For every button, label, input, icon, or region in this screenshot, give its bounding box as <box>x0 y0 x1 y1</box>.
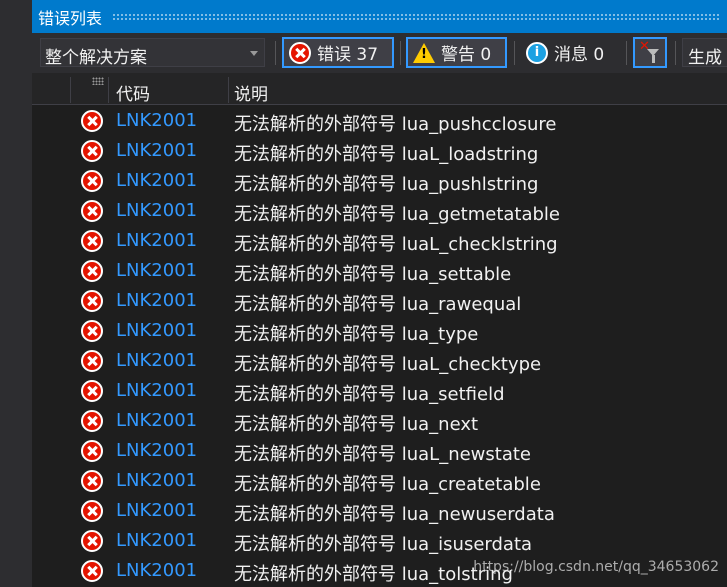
column-divider[interactable] <box>70 77 71 103</box>
error-description: 无法解析的外部符号 lua_newuserdata <box>234 504 555 525</box>
error-code-link[interactable]: LNK2001 <box>116 440 197 461</box>
error-row[interactable]: LNK2001 无法解析的外部符号 lua_next <box>32 406 727 436</box>
info-icon: i <box>526 41 548 64</box>
error-list-rows: LNK2001 无法解析的外部符号 lua_pushcclosure LNK2001… <box>32 106 727 586</box>
warnings-filter-label: 警告 0 <box>441 45 492 65</box>
error-icon <box>81 530 103 552</box>
error-code-link[interactable]: LNK2001 <box>116 530 197 551</box>
error-icon <box>81 350 103 372</box>
toolbar-separator <box>514 41 515 65</box>
error-icon <box>81 230 103 252</box>
error-description: 无法解析的外部符号 lua_rawequal <box>234 294 522 315</box>
error-icon <box>81 560 103 582</box>
error-description: 无法解析的外部符号 lua_setfield <box>234 384 505 405</box>
clear-filter-button[interactable]: ✕ <box>633 37 667 68</box>
toolbar-separator <box>400 41 401 65</box>
chevron-down-icon <box>250 51 258 56</box>
error-description: 无法解析的外部符号 lua_pushcclosure <box>234 114 557 135</box>
warning-icon: ! <box>413 42 435 63</box>
scope-dropdown-value: 整个解决方案 <box>45 48 147 68</box>
error-row[interactable]: LNK2001 无法解析的外部符号 lua_isuserdata <box>32 526 727 556</box>
error-icon <box>81 110 103 132</box>
column-divider[interactable] <box>108 77 109 103</box>
error-code-link[interactable]: LNK2001 <box>116 410 197 431</box>
error-icon <box>81 470 103 492</box>
error-icon <box>81 500 103 522</box>
error-row[interactable]: LNK2001 无法解析的外部符号 lua_createtable <box>32 466 727 496</box>
messages-filter-button[interactable]: i 消息 0 <box>520 37 620 68</box>
error-code-link[interactable]: LNK2001 <box>116 260 197 281</box>
error-icon <box>81 380 103 402</box>
tool-window-titlebar[interactable]: 错误列表 <box>32 0 727 33</box>
error-code-link[interactable]: LNK2001 <box>116 230 197 251</box>
error-code-link[interactable]: LNK2001 <box>116 110 197 131</box>
titlebar-drag-grip[interactable] <box>112 12 719 21</box>
error-description: 无法解析的外部符号 lua_settable <box>234 264 512 285</box>
error-icon <box>81 290 103 312</box>
errors-filter-button[interactable]: 错误 37 <box>282 37 394 68</box>
error-description: 无法解析的外部符号 luaL_loadstring <box>234 144 539 165</box>
error-code-link[interactable]: LNK2001 <box>116 350 197 371</box>
error-code-link[interactable]: LNK2001 <box>116 470 197 491</box>
toolbar-separator <box>675 41 676 65</box>
error-code-link[interactable]: LNK2001 <box>116 290 197 311</box>
toolbar-separator <box>275 41 276 65</box>
error-icon <box>81 140 103 162</box>
error-list-toolbar: 整个解决方案 错误 37 ! 警告 0 i 消息 0 ✕ 生成 <box>32 33 727 73</box>
error-row[interactable]: LNK2001 无法解析的外部符号 lua_settable <box>32 256 727 286</box>
error-row[interactable]: LNK2001 无法解析的外部符号 luaL_checktype <box>32 346 727 376</box>
error-row[interactable]: LNK2001 无法解析的外部符号 lua_pushlstring <box>32 166 727 196</box>
error-icon <box>289 41 311 64</box>
error-icon <box>81 170 103 192</box>
error-description: 无法解析的外部符号 lua_type <box>234 324 479 345</box>
error-code-link[interactable]: LNK2001 <box>116 320 197 341</box>
error-row[interactable]: LNK2001 无法解析的外部符号 lua_rawequal <box>32 286 727 316</box>
error-icon <box>81 440 103 462</box>
error-icon <box>81 410 103 432</box>
error-code-link[interactable]: LNK2001 <box>116 140 197 161</box>
column-header-code[interactable]: 代码 <box>116 80 150 105</box>
error-row[interactable]: LNK2001 无法解析的外部符号 lua_newuserdata <box>32 496 727 526</box>
window-title: 错误列表 <box>38 8 103 28</box>
errors-filter-label: 错误 37 <box>317 45 379 65</box>
error-code-link[interactable]: LNK2001 <box>116 500 197 521</box>
error-code-link[interactable]: LNK2001 <box>116 170 197 191</box>
error-description: 无法解析的外部符号 lua_pushlstring <box>234 174 539 195</box>
error-code-link[interactable]: LNK2001 <box>116 200 197 221</box>
error-row[interactable]: LNK2001 无法解析的外部符号 lua_getmetatable <box>32 196 727 226</box>
funnel-icon-stem <box>652 55 655 63</box>
error-row[interactable]: LNK2001 无法解析的外部符号 luaL_loadstring <box>32 136 727 166</box>
error-description: 无法解析的外部符号 lua_next <box>234 414 479 435</box>
error-description: 无法解析的外部符号 luaL_checktype <box>234 354 542 375</box>
error-code-link[interactable]: LNK2001 <box>116 380 197 401</box>
error-description: 无法解析的外部符号 lua_getmetatable <box>234 204 561 225</box>
watermark: https://blog.csdn.net/qq_34653062 <box>473 559 719 575</box>
error-icon <box>81 200 103 222</box>
error-row[interactable]: LNK2001 无法解析的外部符号 lua_type <box>32 316 727 346</box>
column-options-grip-icon[interactable] <box>92 77 104 85</box>
error-description: 无法解析的外部符号 lua_createtable <box>234 474 541 495</box>
error-icon <box>81 320 103 342</box>
error-code-link[interactable]: LNK2001 <box>116 560 197 581</box>
error-list-header: 代码 说明 <box>32 73 727 105</box>
error-description: 无法解析的外部符号 luaL_newstate <box>234 444 531 465</box>
error-description: 无法解析的外部符号 luaL_checklstring <box>234 234 558 255</box>
side-strip <box>0 0 32 587</box>
error-icon <box>81 260 103 282</box>
column-divider[interactable] <box>228 77 229 103</box>
error-row[interactable]: LNK2001 无法解析的外部符号 luaL_checklstring <box>32 226 727 256</box>
build-source-dropdown[interactable]: 生成 <box>682 38 727 67</box>
error-row[interactable]: LNK2001 无法解析的外部符号 lua_setfield <box>32 376 727 406</box>
warnings-filter-button[interactable]: ! 警告 0 <box>406 37 507 68</box>
error-row[interactable]: LNK2001 无法解析的外部符号 luaL_newstate <box>32 436 727 466</box>
error-description: 无法解析的外部符号 lua_isuserdata <box>234 534 533 555</box>
scope-dropdown[interactable]: 整个解决方案 <box>40 38 265 68</box>
messages-filter-label: 消息 0 <box>554 45 605 65</box>
error-description: 无法解析的外部符号 lua_tolstring <box>234 564 513 585</box>
build-source-value: 生成 <box>688 48 722 67</box>
toolbar-separator <box>626 41 627 65</box>
column-header-description[interactable]: 说明 <box>234 80 268 105</box>
error-row[interactable]: LNK2001 无法解析的外部符号 lua_pushcclosure <box>32 106 727 136</box>
